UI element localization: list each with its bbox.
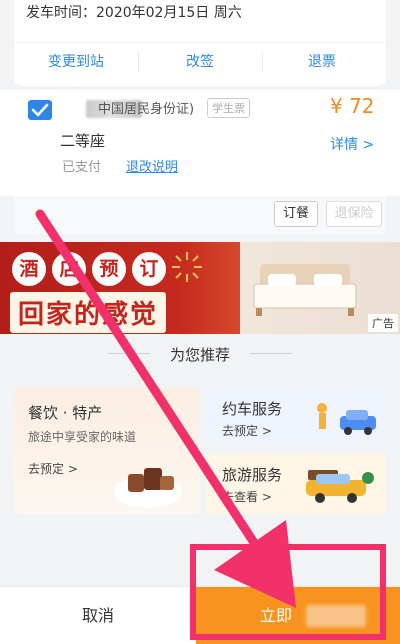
cancel-button[interactable]: 取消 — [0, 587, 196, 644]
redacted-amount — [306, 605, 366, 627]
divider — [138, 52, 139, 72]
check-icon — [31, 103, 49, 117]
banner-char: 预 — [92, 252, 126, 286]
passenger-checkbox[interactable] — [28, 100, 52, 120]
change-destination-button[interactable]: 变更到站 — [48, 51, 104, 71]
food-specialty-card[interactable]: 餐饮 · 特产 旅途中享受家的味道 去预定 > — [14, 388, 200, 514]
banner-char: 订 — [132, 252, 166, 286]
banner-char: 酒 — [12, 252, 46, 286]
card-cta[interactable]: 去预定 > — [28, 460, 78, 477]
banner-char: 店 — [52, 252, 86, 286]
firework-icon — [172, 252, 202, 282]
buy-now-label: 立即 — [260, 606, 293, 625]
divider — [262, 52, 263, 72]
passenger-row: 中国居民身份证) 学生票 ¥ 72 二等座 详情 > 已支付 退改说明 — [0, 90, 400, 196]
refund-button[interactable]: 退票 — [308, 51, 336, 71]
card-title: 旅游服务 — [222, 466, 283, 484]
ticket-type-badge: 学生票 — [207, 98, 250, 118]
card-title: 约车服务 — [222, 400, 283, 418]
id-type-label: 中国居民身份证) — [98, 102, 195, 117]
card-cta[interactable]: 去预定 > — [222, 422, 272, 439]
depart-time: 发车时间：2020年02月15日 周六 — [26, 5, 242, 21]
bottom-action-bar: 取消 立即 — [0, 586, 400, 644]
cancel-insurance-button[interactable]: 退保险 — [326, 201, 382, 227]
paid-status: 已支付 — [62, 160, 102, 175]
card-title: 餐饮 · 特产 — [28, 404, 103, 422]
ad-tag: 广告 — [368, 314, 398, 332]
car-icon — [317, 403, 376, 435]
app-page: 发车时间：2020年02月15日 周六 变更到站 改签 退票 中国居民身份证) … — [0, 0, 400, 644]
hotel-ad-banner[interactable]: 酒 店 预 订 回家的感觉 广告 — [0, 242, 400, 334]
food-icon — [114, 468, 182, 508]
card-cta[interactable]: 去查看 > — [222, 488, 272, 505]
reschedule-button[interactable]: 改签 — [186, 51, 214, 71]
seat-class: 二等座 — [60, 132, 106, 150]
ticket-price: ¥ 72 — [330, 94, 375, 118]
divider — [250, 353, 292, 354]
tour-service-card[interactable]: 旅游服务 去查看 > — [206, 454, 386, 514]
bed-illustration — [253, 264, 357, 316]
car-service-card[interactable]: 约车服务 去预定 > — [206, 388, 386, 446]
ticket-action-row: 变更到站 改签 退票 — [14, 42, 386, 78]
detail-link[interactable]: 详情 > — [330, 134, 374, 154]
order-meal-button[interactable]: 订餐 — [274, 201, 318, 227]
recommend-title: 为您推荐 — [169, 346, 230, 364]
buy-now-button[interactable]: 立即 — [196, 587, 400, 644]
banner-slogan: 回家的感觉 — [10, 292, 167, 333]
refund-rules-link[interactable]: 退改说明 — [126, 156, 178, 175]
card-subtitle: 旅途中享受家的味道 — [28, 430, 137, 444]
tour-car-icon — [306, 470, 374, 503]
extra-services-row: 订餐 退保险 — [14, 196, 386, 234]
